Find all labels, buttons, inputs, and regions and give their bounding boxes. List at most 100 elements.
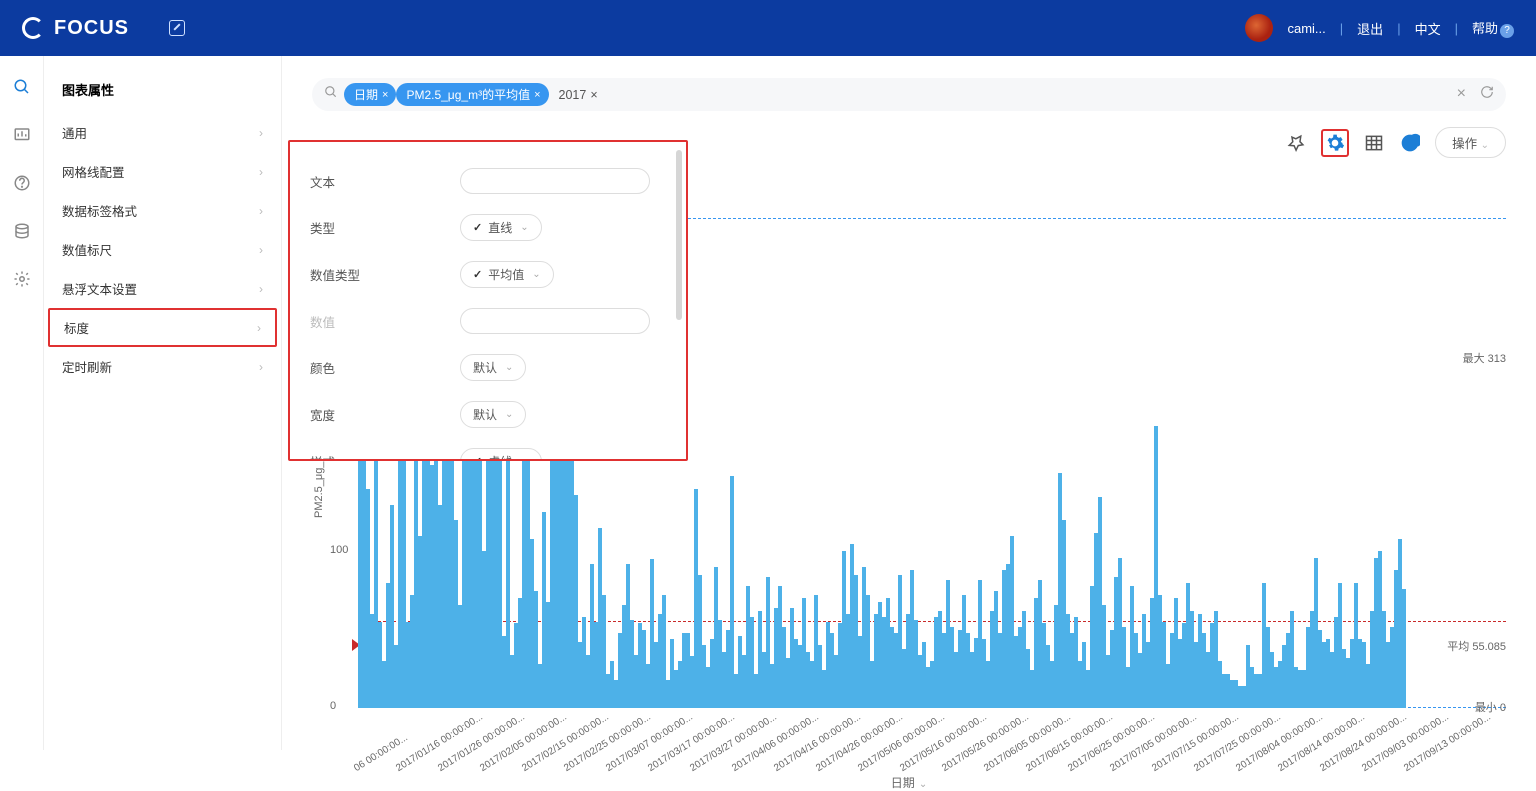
bar[interactable] [1050,661,1053,708]
bar[interactable] [662,595,665,708]
bar[interactable] [1158,595,1161,708]
bar[interactable] [1242,686,1245,708]
bar[interactable] [1370,611,1373,708]
lang-link[interactable]: 中文 [1415,19,1441,38]
bar[interactable] [446,450,449,708]
bar[interactable] [618,633,621,708]
bar[interactable] [1174,598,1177,708]
bar[interactable] [790,608,793,708]
bar[interactable] [650,559,653,708]
bar[interactable] [986,661,989,708]
bar[interactable] [762,652,765,708]
bar[interactable] [1218,661,1221,708]
avatar[interactable] [1245,14,1273,42]
bar[interactable] [1282,645,1285,708]
search-box[interactable]: 日期 ×PM2.5_μg_m³的平均值 × 2017× × [312,78,1506,111]
bar[interactable] [1162,622,1165,708]
bar[interactable] [1190,611,1193,708]
bar[interactable] [894,633,897,708]
bar[interactable] [598,528,601,708]
bar[interactable] [1194,642,1197,708]
table-icon[interactable] [1363,132,1385,154]
bar[interactable] [702,645,705,708]
bar[interactable] [1018,627,1021,708]
bar[interactable] [930,661,933,708]
remove-icon[interactable]: × [534,89,540,101]
bar[interactable] [1382,611,1385,708]
bar[interactable] [1134,633,1137,708]
bar[interactable] [430,465,433,708]
bar[interactable] [630,620,633,708]
refresh-icon[interactable] [1480,85,1494,104]
bar[interactable] [962,595,965,708]
bar[interactable] [938,611,941,708]
bar[interactable] [810,661,813,708]
bar[interactable] [934,617,937,708]
bar[interactable] [1390,627,1393,708]
bar[interactable] [786,658,789,708]
bar[interactable] [1398,539,1401,708]
remove-icon[interactable]: × [590,88,597,102]
scrollbar[interactable] [676,150,682,320]
bar[interactable] [1278,661,1281,708]
bar[interactable] [378,622,381,708]
bar[interactable] [438,505,441,709]
bar[interactable] [870,661,873,708]
pin-icon[interactable] [1285,132,1307,154]
bar[interactable] [826,622,829,708]
bar[interactable] [846,614,849,708]
bar[interactable] [530,539,533,708]
bar[interactable] [858,636,861,708]
bar[interactable] [406,622,409,708]
bar[interactable] [546,602,549,708]
bar[interactable] [1022,611,1025,708]
bar[interactable] [850,544,853,708]
bar[interactable] [594,622,597,708]
bar[interactable] [766,577,769,709]
bar[interactable] [902,649,905,708]
bar[interactable] [698,575,701,708]
bar[interactable] [746,586,749,708]
bar[interactable] [834,655,837,708]
bar[interactable] [734,674,737,708]
bar[interactable] [950,627,953,708]
bar[interactable] [798,645,801,708]
bar[interactable] [1090,586,1093,708]
chart-settings-icon[interactable] [1321,129,1349,157]
bar[interactable] [1206,652,1209,708]
bar[interactable] [970,652,973,708]
bar[interactable] [358,426,361,708]
bar[interactable] [682,633,685,708]
bar[interactable] [1402,589,1405,708]
pie-chart-icon[interactable] [1399,132,1421,154]
bar[interactable] [510,655,513,708]
bar[interactable] [1378,551,1381,708]
bar[interactable] [1186,583,1189,708]
bar[interactable] [842,551,845,708]
search-chip[interactable]: 日期 × [344,83,396,106]
bar[interactable] [782,627,785,708]
bar[interactable] [1354,583,1357,708]
bar[interactable] [806,652,809,708]
bar[interactable] [1110,630,1113,708]
bar[interactable] [714,567,717,708]
bar[interactable] [878,602,881,708]
bar[interactable] [994,591,997,708]
bar[interactable] [1262,583,1265,708]
clear-icon[interactable]: × [1457,85,1466,104]
bar[interactable] [1014,636,1017,708]
dashboard-icon[interactable] [13,126,31,144]
bar[interactable] [1130,586,1133,708]
bar[interactable] [1154,426,1157,708]
search-chip[interactable]: PM2.5_μg_m³的平均值 × [396,83,548,106]
bar[interactable] [502,636,505,708]
bar[interactable] [1006,564,1009,708]
bar[interactable] [542,512,545,708]
bar[interactable] [1362,642,1365,708]
bar[interactable] [926,667,929,708]
bar[interactable] [1178,639,1181,708]
bar[interactable] [818,645,821,708]
bar[interactable] [1038,580,1041,708]
bar[interactable] [1226,674,1229,708]
bar[interactable] [678,661,681,708]
